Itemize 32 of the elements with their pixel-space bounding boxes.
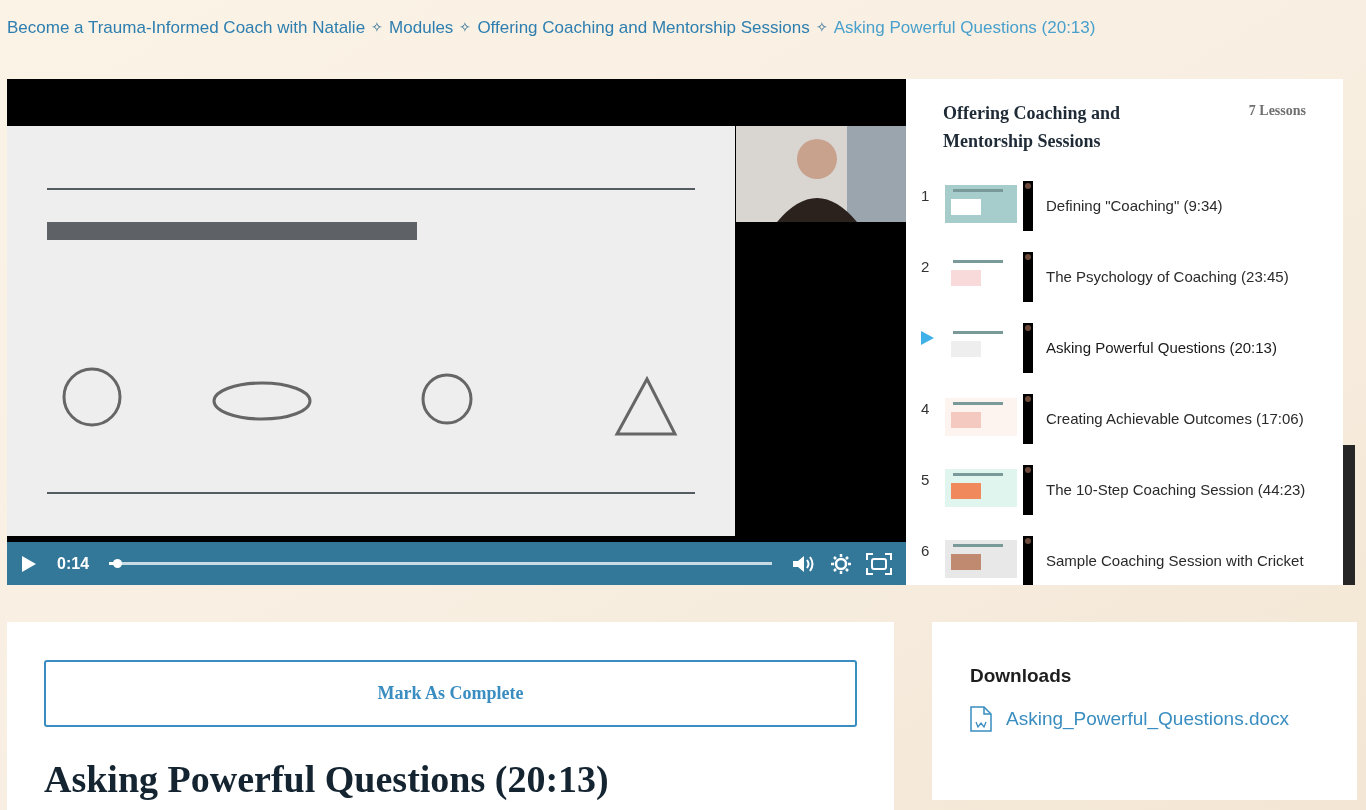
- lesson-link[interactable]: The 10-Step Coaching Session (44:23): [1046, 478, 1306, 502]
- lesson-link[interactable]: Asking Powerful Questions (20:13): [1046, 336, 1277, 360]
- lesson-number: 6: [921, 542, 930, 559]
- current-time: 0:14: [57, 553, 90, 574]
- lesson-title: Asking Powerful Questions (20:13): [44, 757, 610, 802]
- progress-handle[interactable]: [113, 559, 122, 568]
- lesson-link[interactable]: Creating Achievable Outcomes (17:06): [1046, 407, 1304, 431]
- play-icon[interactable]: [21, 554, 37, 573]
- download-link[interactable]: Asking_Powerful_Questions.docx: [1006, 704, 1290, 733]
- breadcrumb-link[interactable]: Offering Coaching and Mentorship Sessions: [477, 15, 810, 41]
- settings-icon[interactable]: [830, 552, 852, 575]
- lesson-number: 5: [921, 471, 930, 488]
- scrollbar-thumb[interactable]: [1343, 445, 1355, 585]
- lesson-number: 1: [921, 187, 930, 204]
- breadcrumb-separator: ✧: [371, 18, 384, 37]
- lesson-count: 7 Lessons: [1248, 102, 1306, 120]
- volume-icon[interactable]: [792, 553, 816, 574]
- breadcrumb-separator: ✧: [815, 18, 828, 37]
- lesson-link[interactable]: The Psychology of Coaching (23:45): [1046, 265, 1289, 289]
- mark-complete-button[interactable]: Mark As Complete: [44, 660, 857, 727]
- progress-track[interactable]: [109, 562, 772, 565]
- module-title: Offering Coaching and Mentorship Sessions: [943, 102, 1121, 153]
- lesson-number: 4: [921, 400, 930, 417]
- lesson-number: 2: [921, 258, 930, 275]
- document-icon: [970, 705, 992, 732]
- breadcrumb-link[interactable]: Become a Trauma-Informed Coach with Natalie: [7, 15, 366, 41]
- lesson-link[interactable]: Sample Coaching Session with Cricket: [1046, 549, 1304, 573]
- breadcrumb-separator: ✧: [459, 18, 472, 37]
- lesson-link[interactable]: Defining "Coaching" (9:34): [1046, 194, 1223, 218]
- fullscreen-icon[interactable]: [866, 552, 892, 575]
- breadcrumb-link[interactable]: Modules: [389, 15, 454, 41]
- downloads-heading: Downloads: [970, 664, 1073, 688]
